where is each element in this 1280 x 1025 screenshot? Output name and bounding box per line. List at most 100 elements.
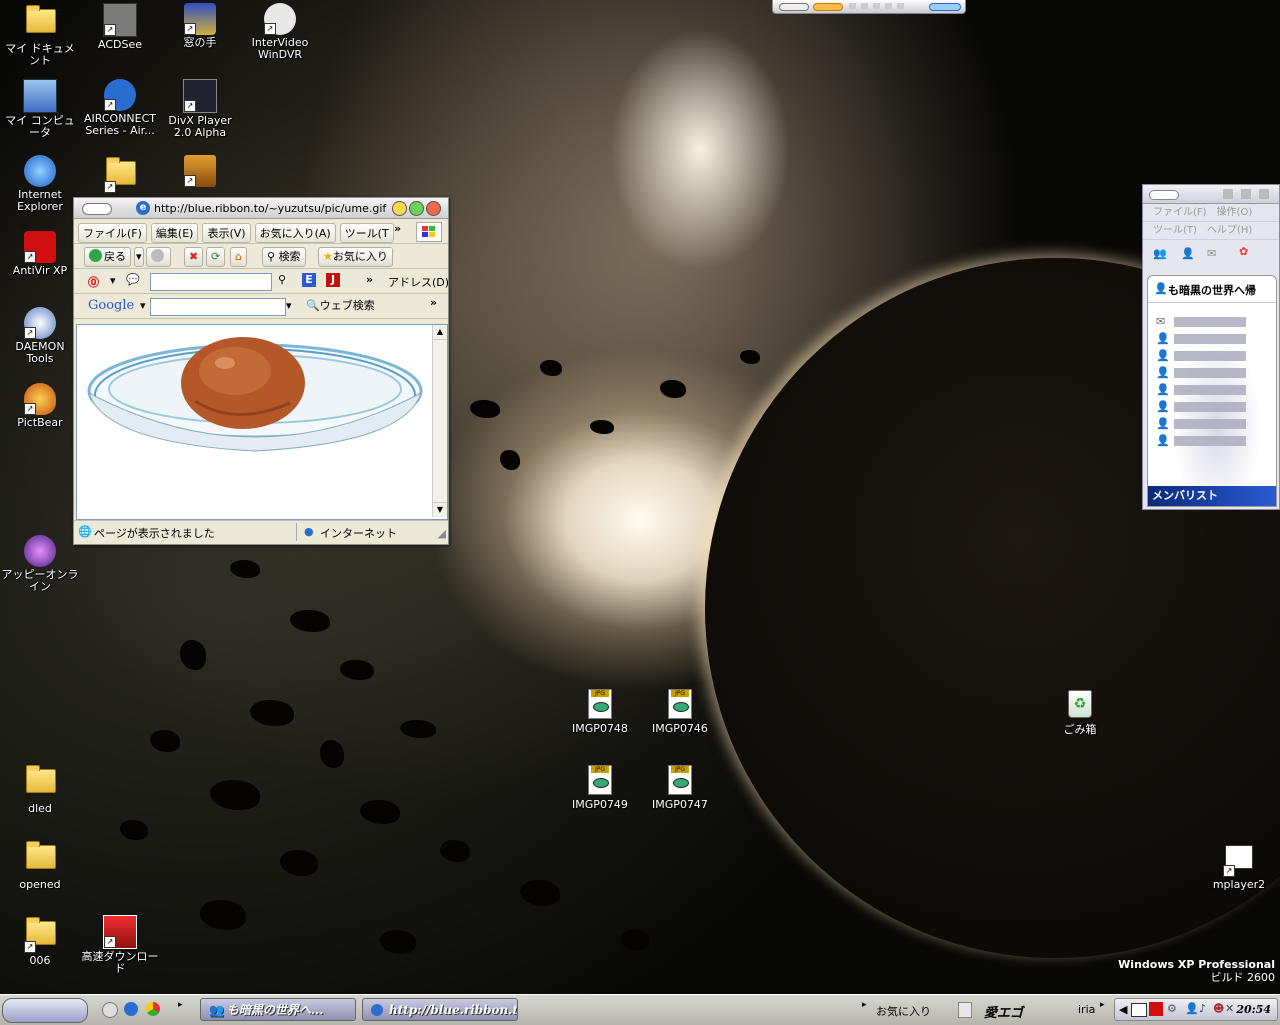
desktop-icon-imgp0746[interactable]: JPG IMGP0746 <box>641 687 719 735</box>
ie-titlebar[interactable]: e http://blue.ribbon.to/~yuzutsu/pic/ume… <box>74 198 448 219</box>
desktop-icon-opened[interactable]: opened <box>1 839 79 891</box>
messenger-window[interactable]: ファイル(F) 操作(O) ツール(T) ヘルプ(H) 👥 👤 ✉ ✿ 👤 も暗… <box>1142 184 1280 510</box>
taskbar-favorites-toolbar[interactable]: お気に入り <box>876 1003 931 1019</box>
e-button-icon[interactable]: E <box>302 273 316 287</box>
back-dropdown-button[interactable]: ▾ <box>134 247 144 267</box>
page-viewport[interactable]: ▲ ▼ <box>76 324 448 520</box>
maximize-button[interactable] <box>409 201 424 216</box>
dropdown-icon[interactable]: ▾ <box>110 274 116 287</box>
google-dropdown-icon[interactable]: ▾ <box>140 299 146 312</box>
messenger-menu-tools[interactable]: ツール(T) <box>1153 225 1197 236</box>
taskbar-iria-toolbar[interactable]: iria <box>1078 1003 1095 1016</box>
google-search-input[interactable] <box>150 298 286 316</box>
google-logo[interactable]: Google <box>88 298 134 313</box>
desktop-icon-imgp0749[interactable]: JPG IMGP0749 <box>561 763 639 811</box>
ie-window[interactable]: e http://blue.ribbon.to/~yuzutsu/pic/ume… <box>73 197 449 545</box>
tray-antivir-icon[interactable] <box>1149 1002 1163 1016</box>
desktop-icon-fast-download[interactable]: ↗ 高速ダウンロード <box>81 915 159 975</box>
address-label[interactable]: アドレス(D) <box>388 274 449 290</box>
add-contact-icon[interactable]: 👥 <box>1153 247 1167 260</box>
tray-display-icon[interactable] <box>1131 1003 1147 1017</box>
j-button-icon[interactable]: J <box>326 273 340 287</box>
desktop-icon-my-computer[interactable]: マイ コンピュータ <box>1 79 79 139</box>
tray-network-icon[interactable]: ◀ <box>1119 1003 1127 1016</box>
close-button[interactable] <box>426 201 441 216</box>
desktop-icon-divx[interactable]: ↗ DivX Player 2.0 Alpha <box>161 79 239 139</box>
messenger-titlebar[interactable] <box>1143 185 1279 204</box>
desktop-icon-imgp0747[interactable]: JPG IMGP0747 <box>641 763 719 811</box>
google-search-dropdown-icon[interactable]: ▾ <box>286 299 292 312</box>
scroll-up-arrow-icon[interactable]: ▲ <box>433 325 447 340</box>
minimize-button[interactable] <box>392 201 407 216</box>
top-launcher-bar[interactable] <box>772 0 966 14</box>
magnifier-icon[interactable]: ⚲ <box>278 273 286 286</box>
tray-character-icon[interactable]: ☻ <box>1213 1002 1224 1015</box>
desktop-icon-dled[interactable]: dled <box>1 763 79 815</box>
taskbar-iria-overflow-icon[interactable]: ▸ <box>1100 1000 1105 1010</box>
tray-close-icon[interactable]: ✕ <box>1225 1002 1234 1015</box>
desktop-icon-windvr[interactable]: ↗ InterVideo WinDVR <box>241 3 319 61</box>
messenger-menu-help[interactable]: ヘルプ(H) <box>1207 225 1252 236</box>
vertical-scrollbar[interactable]: ▲ ▼ <box>432 325 447 517</box>
quick-launch-overflow-icon[interactable]: ▸ <box>178 1000 183 1010</box>
google-toolbar-overflow-icon[interactable]: » <box>430 296 437 309</box>
desktop-icon-airconnect[interactable]: ↗ AIRCONNECT Series - Air... <box>81 79 159 137</box>
search-button[interactable]: ⚲ 検索 <box>262 247 306 267</box>
messenger-menu-action[interactable]: 操作(O) <box>1217 207 1253 218</box>
show-desktop-icon[interactable] <box>102 1002 118 1018</box>
clock[interactable]: 20:54 <box>1236 1003 1271 1016</box>
forward-button[interactable] <box>146 247 171 267</box>
stop-button[interactable]: ✖ <box>184 247 204 267</box>
taskbar-button-ie[interactable]: http://blue.ribbon.t... <box>362 998 518 1021</box>
taskbar-app-button[interactable]: 愛エゴ <box>952 999 1048 1021</box>
scroll-down-arrow-icon[interactable]: ▼ <box>433 502 447 517</box>
msn-butterfly-icon[interactable]: ✿ <box>1239 245 1248 258</box>
desktop-icon-acdsee[interactable]: ↗ ACDSee <box>81 3 159 51</box>
desktop-icon-antivir[interactable]: ↗ AntiVir XP <box>1 231 79 277</box>
taskbar-button-messenger[interactable]: 👥 も暗黒の世界へ... <box>200 998 356 1021</box>
tray-sound-icon[interactable]: ⚙ <box>1167 1002 1177 1015</box>
window-menu-pill[interactable] <box>82 203 112 215</box>
desktop[interactable]: マイ ドキュメント ↗ ACDSee ↗ 窓の手 ↗ InterVideo Wi… <box>0 0 1280 994</box>
messenger-window-buttons[interactable] <box>1223 189 1273 199</box>
desktop-icon-imgp0748[interactable]: JPG IMGP0748 <box>561 687 639 735</box>
favorites-button[interactable]: ★お気に入り <box>318 247 393 267</box>
desktop-icon-daemon-tools[interactable]: ↗ DAEMON Tools <box>1 307 79 365</box>
menu-favorites[interactable]: お気に入り(A) <box>254 223 336 243</box>
start-button[interactable] <box>2 998 88 1023</box>
send-message-icon[interactable]: ✉ <box>1207 247 1216 260</box>
menu-view[interactable]: 表示(V) <box>202 223 251 243</box>
desktop-icon-my-documents[interactable]: マイ ドキュメント <box>1 3 79 67</box>
desktop-icon-folder-shortcut[interactable]: ↗ <box>81 155 159 195</box>
back-button[interactable]: 戻る <box>84 247 131 267</box>
contact-item[interactable]: ✉ <box>1148 313 1276 330</box>
desktop-icon-internet-explorer[interactable]: Internet Explorer <box>1 155 79 213</box>
messenger-menu-file[interactable]: ファイル(F) <box>1153 207 1207 218</box>
member-list-tab[interactable]: メンバリスト <box>1148 486 1276 506</box>
toolbar-overflow-icon[interactable]: » <box>366 273 373 286</box>
desktop-icon-recycle-bin[interactable]: ♻ ごみ箱 <box>1041 687 1119 736</box>
tray-messenger-icon[interactable]: 👤 <box>1185 1002 1199 1015</box>
desktop-icon-tool-shortcut[interactable]: ↗ <box>161 155 239 189</box>
menu-edit[interactable]: 編集(E) <box>150 223 199 243</box>
quick-launch-chrome-icon[interactable] <box>146 1002 160 1016</box>
menu-file[interactable]: ファイル(F) <box>78 223 147 243</box>
tray-music-icon[interactable]: ♪ <box>1199 1002 1206 1015</box>
contact-status-icon[interactable]: 👤 <box>1181 247 1195 260</box>
desktop-icon-madonote[interactable]: ↗ 窓の手 <box>161 3 239 49</box>
menu-tools[interactable]: ツール(T <box>339 223 394 243</box>
resize-grip-icon[interactable]: ◢ <box>438 527 446 540</box>
menu-overflow-chevron-icon[interactable]: » <box>394 222 401 235</box>
home-button[interactable]: ⌂ <box>230 247 247 267</box>
desktop-icon-mplayer2[interactable]: ↗ mplayer2 <box>1200 839 1278 891</box>
desktop-icon-appy-online[interactable]: アッピーオンライン <box>1 535 79 593</box>
refresh-button[interactable]: ⟳ <box>206 247 226 267</box>
desktop-icon-pictbear[interactable]: ↗ PictBear <box>1 383 79 429</box>
taskbar[interactable]: ▸ 👥 も暗黒の世界へ... http://blue.ribbon.t... ▸… <box>0 994 1280 1025</box>
messenger-user-header[interactable]: 👤 も暗黒の世界へ帰 <box>1148 276 1276 303</box>
chat-bubble-icon[interactable]: 💬 <box>126 273 140 286</box>
quick-launch-ie-icon[interactable] <box>124 1002 138 1016</box>
desktop-icon-006[interactable]: ↗ 006 <box>1 915 79 967</box>
toolbar-search-input[interactable] <box>150 273 272 291</box>
opera-icon[interactable]: ⓪ <box>88 274 99 290</box>
